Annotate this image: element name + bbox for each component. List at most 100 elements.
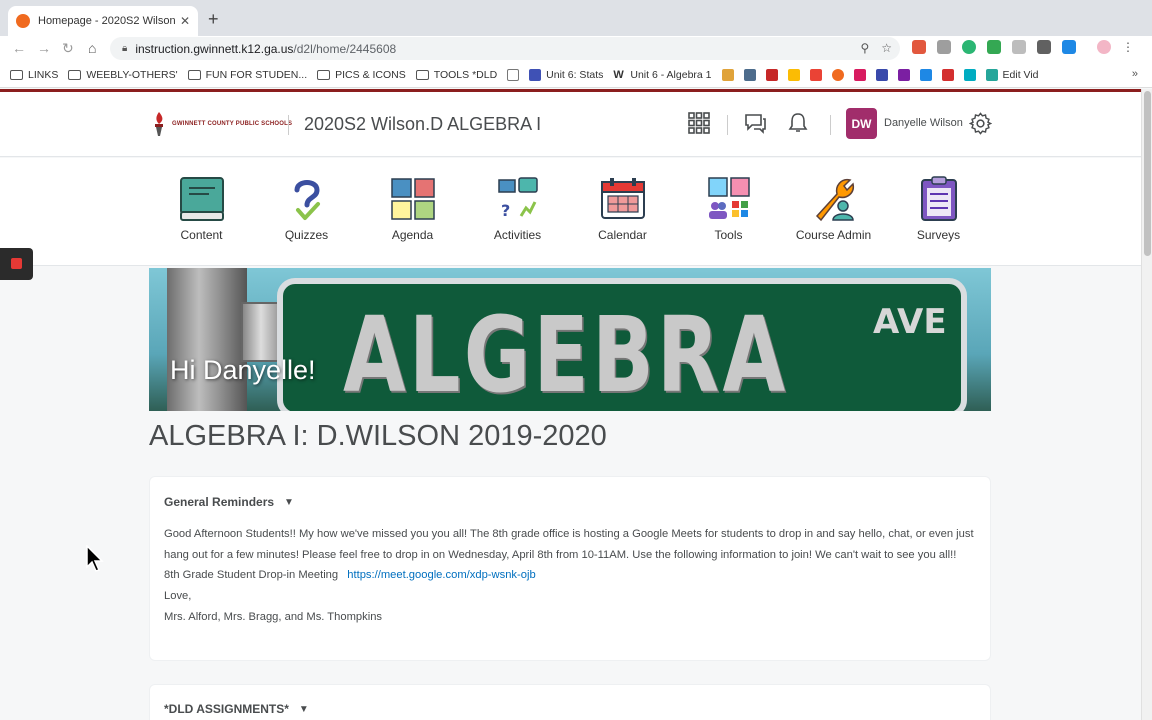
more-bookmarks-icon[interactable]: »	[1132, 68, 1138, 80]
extension-icon[interactable]	[912, 40, 926, 54]
drive-icon[interactable]	[787, 68, 800, 81]
mouse-cursor-icon	[86, 545, 104, 572]
bookmark-links[interactable]: LINKS	[10, 69, 58, 81]
bookmarks-bar: LINKS WEEBLY-OTHERS' FUN FOR STUDEN... P…	[0, 62, 1152, 88]
forward-arrow-icon[interactable]: →	[37, 40, 51, 56]
folder-icon	[10, 69, 23, 80]
widget-title[interactable]: General Reminders ▼	[164, 495, 294, 509]
bookmark-icon[interactable]	[941, 68, 954, 81]
torch-icon	[155, 112, 163, 136]
gear-icon[interactable]	[969, 112, 992, 135]
nav-activities[interactable]: ? Activities	[465, 176, 570, 242]
chevron-down-icon[interactable]: ▼	[284, 497, 294, 508]
waffle-grid-icon[interactable]	[688, 112, 710, 134]
calendar-bookmark-icon[interactable]	[919, 68, 932, 81]
banner-bracket	[241, 302, 281, 362]
new-tab-button[interactable]: +	[208, 9, 219, 30]
bookmark-star-icon[interactable]: ☆	[881, 41, 892, 55]
bookmark-unit6-stats[interactable]: Unit 6: Stats	[529, 68, 604, 81]
extension-icons: ⋮	[912, 40, 1134, 54]
banner-pole	[167, 268, 247, 411]
bookmark-icon[interactable]	[743, 68, 756, 81]
meeting-link[interactable]: https://meet.google.com/xdp-wsnk-ojb	[347, 569, 535, 581]
nav-content[interactable]: Content	[149, 176, 254, 242]
reload-icon[interactable]: ↻	[62, 40, 74, 57]
widget-body: Good Afternoon Students!! My how we've m…	[164, 524, 979, 628]
bookmark-icon[interactable]	[963, 68, 976, 81]
back-arrow-icon[interactable]: ←	[12, 40, 26, 56]
message-alerts-icon[interactable]	[744, 112, 766, 134]
d2l-favicon-icon	[16, 14, 30, 28]
bookmark-unit6-algebra[interactable]: W Unit 6 - Algebra 1	[613, 69, 711, 81]
tab-close-icon[interactable]: ✕	[180, 14, 190, 28]
svg-text:?: ?	[501, 201, 510, 220]
activities-icon: ?	[497, 177, 538, 220]
nav-quizzes[interactable]: Quizzes	[254, 176, 359, 242]
browser-tab[interactable]: Homepage - 2020S2 Wilson.D A ✕	[8, 6, 198, 36]
bell-notifications-icon[interactable]	[788, 112, 808, 134]
announcement-paragraph: Good Afternoon Students!! My how we've m…	[164, 528, 974, 561]
home-icon[interactable]: ⌂	[88, 40, 96, 56]
bookmark-icon[interactable]	[721, 68, 734, 81]
school-logo[interactable]: GWINNETT COUNTY PUBLIC SCHOOLS	[150, 111, 292, 137]
address-bar[interactable]: 🔒︎ instruction.gwinnett.k12.ga.us/d2l/ho…	[110, 37, 900, 60]
nav-agenda[interactable]: Agenda	[360, 176, 465, 242]
extension-icon[interactable]	[1037, 40, 1051, 54]
widget-dld-assignments: *DLD ASSIGNMENTS* ▼	[149, 684, 991, 720]
nav-surveys[interactable]: Surveys	[886, 176, 991, 242]
signature-line: Mrs. Alford, Mrs. Bragg, and Ms. Thompki…	[164, 610, 383, 623]
extension-icon[interactable]	[1012, 40, 1026, 54]
chevron-down-icon[interactable]: ▼	[299, 704, 309, 715]
page-scrollbar[interactable]	[1141, 89, 1152, 720]
page-icon	[507, 68, 520, 81]
course-banner: ALGEBRA AVE Hi Danyelle!	[149, 268, 991, 411]
extension-icon[interactable]	[987, 40, 1001, 54]
tools-chart-icon	[707, 177, 750, 219]
menu-kebab-icon[interactable]: ⋮	[1122, 40, 1134, 54]
gmail-icon[interactable]	[809, 68, 822, 81]
bookmark-label: Unit 6: Stats	[546, 68, 604, 81]
course-title[interactable]: 2020S2 Wilson.D ALGEBRA I	[304, 114, 541, 135]
bookmark-weebly-others[interactable]: WEEBLY-OTHERS'	[68, 69, 178, 81]
url-path: /d2l/home/2445608	[293, 41, 397, 56]
bookmark-page[interactable]	[507, 68, 520, 81]
widget-title[interactable]: *DLD ASSIGNMENTS* ▼	[164, 702, 309, 716]
screen-record-button[interactable]	[0, 248, 33, 280]
folder-icon	[415, 69, 429, 80]
bookmark-fun-for-students[interactable]: FUN FOR STUDEN...	[187, 68, 308, 81]
bookmark-edit-vid[interactable]: Edit Vid	[985, 68, 1039, 81]
extension-icon[interactable]	[937, 40, 951, 54]
logo-text: GWINNETT COUNTY PUBLIC SCHOOLS	[172, 121, 293, 127]
onenote-icon[interactable]	[897, 68, 910, 81]
header-divider	[288, 115, 289, 135]
nav-label: Content	[180, 228, 223, 242]
agenda-icon	[390, 178, 435, 220]
grammarly-icon[interactable]	[962, 40, 976, 54]
bookmark-icon[interactable]	[875, 68, 888, 81]
bookmark-tools-dld[interactable]: TOOLS *DLD	[415, 69, 497, 81]
avatar[interactable]: DW	[846, 108, 877, 139]
d2l-icon[interactable]	[831, 68, 844, 81]
book-icon	[179, 177, 224, 221]
user-name[interactable]: Danyelle Wilson	[884, 117, 963, 129]
bookmark-label: FUN FOR STUDEN...	[205, 68, 308, 81]
weebly-icon: W	[613, 68, 624, 81]
greeting: Hi Danyelle!	[170, 355, 316, 385]
folder-icon	[187, 69, 201, 80]
closing-line: Love,	[164, 590, 192, 603]
bookmark-icon[interactable]	[765, 68, 778, 81]
scrollbar-thumb[interactable]	[1144, 91, 1151, 256]
nav-calendar[interactable]: Calendar	[570, 176, 675, 242]
nav-label: Course Admin	[795, 228, 872, 242]
zoom-search-icon[interactable]: ⚲	[860, 41, 869, 55]
nav-tools[interactable]: Tools	[676, 176, 781, 242]
extension-icon[interactable]	[1062, 40, 1076, 54]
nav-course-admin[interactable]: Course Admin	[781, 176, 886, 242]
widget-general-reminders: General Reminders ▼ Good Afternoon Stude…	[149, 476, 991, 661]
nav-label: Activities	[493, 228, 542, 242]
doc-icon	[529, 68, 542, 81]
profile-avatar-icon[interactable]	[1097, 40, 1111, 54]
bookmark-label: LINKS	[28, 68, 59, 81]
bookmark-icon[interactable]	[853, 68, 866, 81]
bookmark-pics-icons[interactable]: PICS & ICONS	[317, 69, 406, 81]
